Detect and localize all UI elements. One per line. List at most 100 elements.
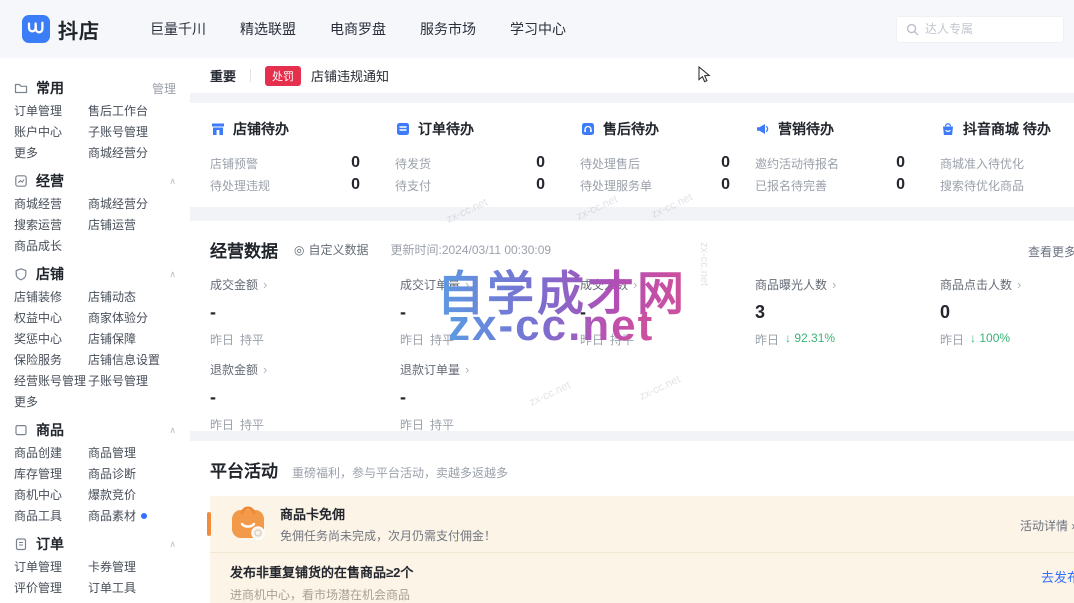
card-title: 营销待办	[778, 119, 834, 139]
sidebar-item-mall-score[interactable]: 商城经营分	[88, 144, 176, 161]
section-title: 常用	[36, 78, 64, 98]
nav-item-xuexi[interactable]: 学习中心	[510, 19, 566, 39]
todo-value: 0	[536, 154, 545, 172]
commission-free-row[interactable]: 商品卡免佣 免佣任务尚未完成，次月仍需支付佣金！ 活动详情 ›	[210, 496, 1074, 552]
sidebar-item[interactable]: 评价管理	[14, 579, 88, 596]
section-header-product[interactable]: 商品 ∧	[14, 420, 176, 440]
topbar: 抖店 巨量千川 精选联盟 电商罗盘 服务市场 学习中心	[0, 0, 1074, 58]
main-content: 重要 处罚 店铺违规通知 店铺待办 店铺预警0 待处理违规0 订单待办 待发货0…	[190, 58, 1074, 603]
chevron-right-icon: ›	[465, 277, 469, 292]
todo-label[interactable]: 待发货	[395, 155, 431, 172]
chevron-right-icon: ›	[465, 362, 469, 377]
section-title: 店铺	[36, 264, 64, 284]
brand[interactable]: 抖店	[22, 15, 100, 44]
sidebar-item[interactable]: 店铺保障	[88, 330, 176, 347]
chevron-up-icon[interactable]: ∧	[169, 539, 176, 550]
sidebar-item[interactable]: 搜索运营	[14, 216, 88, 233]
sidebar-item[interactable]: 爆款竞价	[88, 486, 176, 503]
metric-delta: 昨日持平	[580, 331, 755, 348]
sidebar-item[interactable]: 库存管理	[14, 465, 88, 482]
sidebar-item[interactable]: 商品诊断	[88, 465, 176, 482]
sidebar-item[interactable]: 商品工具	[14, 507, 88, 524]
search-input[interactable]	[925, 22, 1045, 36]
todo-label[interactable]: 待处理违规	[210, 177, 270, 194]
mall-bag-icon	[940, 121, 956, 137]
sidebar-item[interactable]: 商城经营	[14, 195, 88, 212]
nav-item-luopan[interactable]: 电商罗盘	[330, 19, 386, 39]
doudian-logo-icon	[22, 15, 50, 43]
sidebar-item-account-center[interactable]: 账户中心	[14, 123, 88, 140]
nav-item-jingxuan[interactable]: 精选联盟	[240, 19, 296, 39]
todo-label[interactable]: 店铺预警	[210, 155, 258, 172]
punish-badge: 处罚	[265, 66, 301, 86]
section-header-shop[interactable]: 店铺 ∧	[14, 264, 176, 284]
todo-value: 0	[896, 176, 905, 194]
todo-card-aftersale: 售后待办 待处理售后0 待处理服务单0	[580, 119, 755, 207]
sidebar-item-more[interactable]: 更多	[14, 393, 88, 410]
sidebar-item[interactable]: 商品创建	[14, 444, 88, 461]
section-header-common[interactable]: 常用 管理	[14, 78, 176, 98]
chevron-up-icon[interactable]: ∧	[169, 176, 176, 187]
section-title: 经营	[36, 171, 64, 191]
new-badge-dot	[141, 513, 147, 519]
metric-label: 退款订单量	[400, 361, 460, 378]
sidebar-section-product: 商品 ∧ 商品创建商品管理 库存管理商品诊断 商机中心爆款竞价 商品工具商品素材	[14, 420, 176, 526]
metric-label: 退款金额	[210, 361, 258, 378]
manage-link[interactable]: 管理	[152, 80, 176, 97]
sidebar: 常用 管理 订单管理售后工作台 账户中心子账号管理 更多商城经营分 经营 ∧ 商…	[0, 58, 190, 603]
todo-label[interactable]: 搜索待优化商品	[940, 177, 1024, 194]
todo-label[interactable]: 待支付	[395, 177, 431, 194]
section-title: 商品	[36, 420, 64, 440]
sidebar-item-more[interactable]: 更多	[14, 144, 88, 161]
chevron-up-icon[interactable]: ∧	[169, 269, 176, 280]
metric-label: 商品曝光人数	[755, 276, 827, 293]
sidebar-section-common: 常用 管理 订单管理售后工作台 账户中心子账号管理 更多商城经营分	[14, 78, 176, 163]
sidebar-item[interactable]: 保险服务	[14, 351, 88, 368]
sidebar-item-order-mgmt[interactable]: 订单管理	[14, 102, 88, 119]
sidebar-item-aftersale-bench[interactable]: 售后工作台	[88, 102, 176, 119]
nav-item-fuwu[interactable]: 服务市场	[420, 19, 476, 39]
chevron-right-icon: ›	[263, 277, 267, 292]
clipboard-icon	[14, 537, 28, 551]
sidebar-item[interactable]: 订单工具	[88, 579, 176, 596]
metric-value: -	[580, 302, 755, 323]
sidebar-item[interactable]: 店铺信息设置	[88, 351, 176, 368]
sidebar-item[interactable]: 商城经营分	[88, 195, 176, 212]
sidebar-item[interactable]: 订单管理	[14, 558, 88, 575]
sidebar-item[interactable]: 店铺运营	[88, 216, 176, 233]
todo-label[interactable]: 已报名待完善	[755, 177, 827, 194]
todo-label[interactable]: 待处理售后	[580, 155, 640, 172]
todo-label[interactable]: 待处理服务单	[580, 177, 652, 194]
chevron-right-icon: ›	[263, 362, 267, 377]
sidebar-item[interactable]: 商品管理	[88, 444, 176, 461]
sidebar-item[interactable]: 商家体验分	[88, 309, 176, 326]
activity-detail-link[interactable]: 活动详情 ›	[1020, 517, 1074, 534]
view-more-link[interactable]: 查看更多数据	[1028, 243, 1074, 260]
sidebar-item[interactable]: 商品成长	[14, 237, 88, 254]
sidebar-item[interactable]: 卡券管理	[88, 558, 176, 575]
metric-buyers: 成交人数› - 昨日持平	[580, 276, 755, 348]
chevron-up-icon[interactable]: ∧	[169, 425, 176, 436]
shield-icon	[14, 267, 28, 281]
sidebar-item[interactable]: 权益中心	[14, 309, 88, 326]
notice-text[interactable]: 店铺违规通知	[311, 66, 389, 85]
todo-label[interactable]: 邀约活动待报名	[755, 155, 839, 172]
sidebar-item[interactable]: 商机中心	[14, 486, 88, 503]
metric-label: 商品点击人数	[940, 276, 1012, 293]
go-publish-link[interactable]: 去发布	[1041, 567, 1074, 586]
sidebar-item-subaccount[interactable]: 子账号管理	[88, 123, 176, 140]
sidebar-item[interactable]: 奖惩中心	[14, 330, 88, 347]
section-header-operation[interactable]: 经营 ∧	[14, 171, 176, 191]
custom-data-link[interactable]: ◎自定义数据	[294, 241, 369, 258]
sidebar-item[interactable]: 店铺动态	[88, 288, 176, 305]
section-header-order[interactable]: 订单 ∧	[14, 534, 176, 554]
sidebar-item[interactable]: 子账号管理	[88, 372, 176, 389]
search-box[interactable]	[896, 16, 1064, 43]
todo-label[interactable]: 商城准入待优化	[940, 155, 1024, 172]
chevron-right-icon: ›	[633, 277, 637, 292]
top-nav: 巨量千川 精选联盟 电商罗盘 服务市场 学习中心	[150, 19, 566, 39]
sidebar-item[interactable]: 店铺装修	[14, 288, 88, 305]
sidebar-item-material[interactable]: 商品素材	[88, 507, 176, 524]
sidebar-item[interactable]: 经营账号管理	[14, 372, 88, 389]
nav-item-qianchuan[interactable]: 巨量千川	[150, 19, 206, 39]
